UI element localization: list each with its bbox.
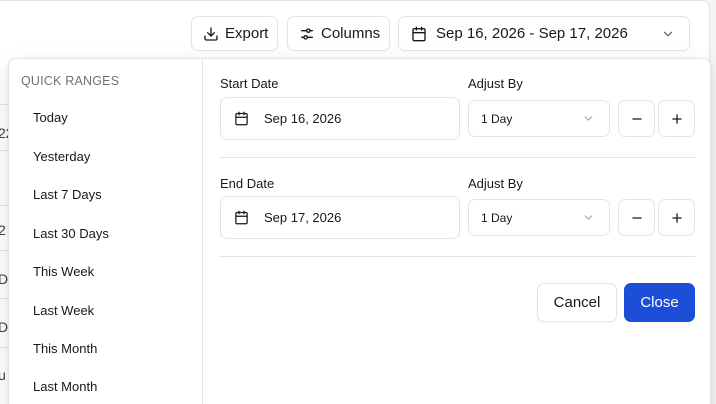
end-date-label: End Date	[220, 176, 275, 191]
table-row-divider	[0, 298, 8, 299]
table-row-divider	[0, 250, 8, 251]
start-increment-button[interactable]	[658, 100, 695, 137]
start-date-label: Start Date	[220, 76, 279, 91]
date-range-button[interactable]: Sep 16, 2026 - Sep 17, 2026	[398, 16, 690, 51]
quick-range-last-30-days[interactable]: Last 30 Days	[33, 226, 109, 241]
plus-icon	[670, 211, 684, 225]
table-row-divider	[0, 205, 8, 206]
end-adjust-select[interactable]: 1 Day	[468, 199, 610, 236]
quick-ranges-heading: QUICK RANGES	[21, 74, 120, 88]
chevron-down-icon	[582, 211, 595, 224]
quick-ranges-panel: QUICK RANGES Today Yesterday Last 7 Days…	[9, 59, 203, 404]
quick-range-last-month[interactable]: Last Month	[33, 379, 97, 394]
columns-label: Columns	[321, 25, 381, 42]
export-label: Export	[225, 25, 269, 42]
quick-range-yesterday[interactable]: Yesterday	[33, 149, 90, 164]
table-row-divider	[0, 104, 8, 105]
date-range-popover: QUICK RANGES Today Yesterday Last 7 Days…	[8, 58, 711, 404]
end-adjust-value: 1 Day	[481, 210, 513, 225]
quick-range-last-7-days[interactable]: Last 7 Days	[33, 187, 102, 202]
end-date-value: Sep 17, 2026	[264, 210, 342, 225]
table-row-divider	[0, 347, 8, 348]
section-divider	[219, 256, 695, 257]
start-adjust-label: Adjust By	[468, 76, 523, 91]
quick-range-this-month[interactable]: This Month	[33, 341, 97, 356]
start-decrement-button[interactable]	[618, 100, 655, 137]
start-adjust-select[interactable]: 1 Day	[468, 100, 610, 137]
chevron-down-icon	[582, 112, 595, 125]
close-button[interactable]: Close	[624, 283, 695, 322]
calendar-icon	[234, 210, 249, 225]
sliders-icon	[299, 26, 315, 42]
section-divider	[219, 157, 695, 158]
end-adjust-label: Adjust By	[468, 176, 523, 191]
table-row-divider	[0, 150, 8, 151]
export-button[interactable]: Export	[191, 16, 278, 51]
minus-icon	[630, 211, 644, 225]
quick-range-today[interactable]: Today	[33, 110, 68, 125]
date-range-label: Sep 16, 2026 - Sep 17, 2026	[436, 25, 628, 42]
end-date-input[interactable]: Sep 17, 2026	[220, 196, 460, 239]
end-decrement-button[interactable]	[618, 199, 655, 236]
calendar-icon	[411, 26, 427, 42]
chevron-down-icon	[661, 27, 675, 41]
start-date-value: Sep 16, 2026	[264, 111, 342, 126]
plus-icon	[670, 112, 684, 126]
quick-range-last-week[interactable]: Last Week	[33, 303, 94, 318]
cancel-button[interactable]: Cancel	[537, 283, 617, 322]
end-increment-button[interactable]	[658, 199, 695, 236]
download-icon	[203, 26, 219, 42]
quick-range-this-week[interactable]: This Week	[33, 264, 94, 279]
minus-icon	[630, 112, 644, 126]
start-adjust-value: 1 Day	[481, 111, 513, 126]
calendar-icon	[234, 111, 249, 126]
columns-button[interactable]: Columns	[287, 16, 390, 51]
start-date-input[interactable]: Sep 16, 2026	[220, 97, 460, 140]
